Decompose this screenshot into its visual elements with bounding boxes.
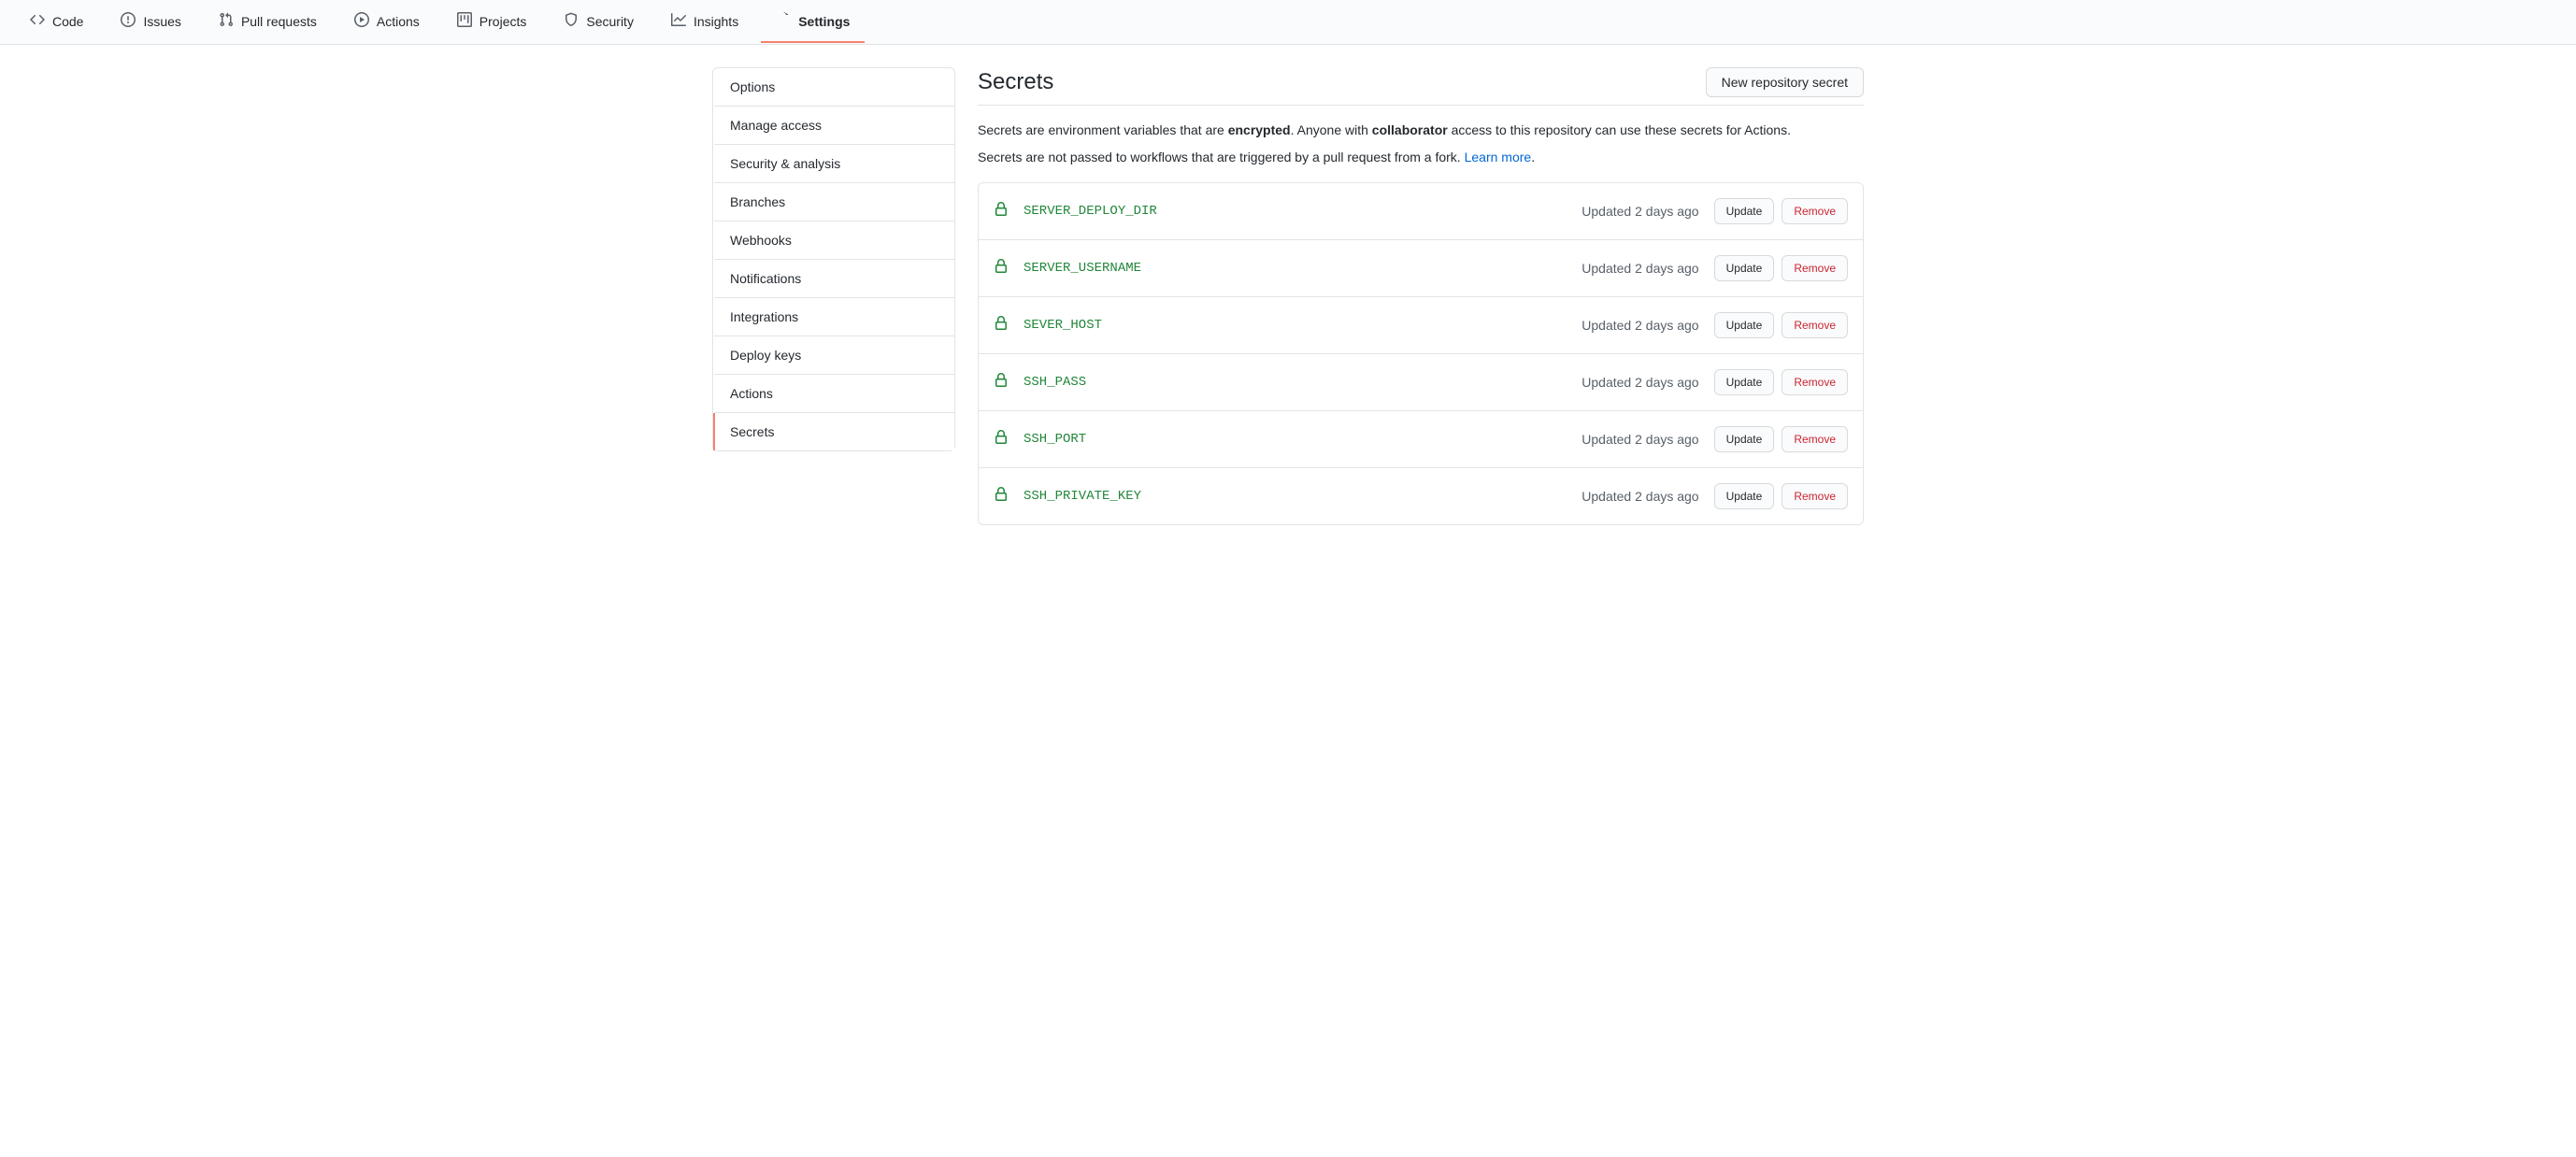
tab-issues[interactable]: Issues	[106, 1, 195, 43]
tab-actions[interactable]: Actions	[339, 1, 435, 43]
secret-actions: Update Remove	[1714, 255, 1848, 281]
lock-icon	[994, 316, 1009, 336]
sidebar-item-deploy-keys[interactable]: Deploy keys	[713, 336, 954, 375]
secret-name: SEVER_HOST	[994, 316, 1567, 336]
secret-row: SSH_PASS Updated 2 days ago Update Remov…	[979, 354, 1863, 411]
lock-icon	[994, 202, 1009, 221]
update-button[interactable]: Update	[1714, 483, 1775, 509]
secret-updated: Updated 2 days ago	[1581, 375, 1698, 390]
secret-name-text: SERVER_DEPLOY_DIR	[1023, 204, 1157, 219]
secret-name: SERVER_USERNAME	[994, 259, 1567, 279]
settings-container: OptionsManage accessSecurity & analysisB…	[690, 45, 1886, 548]
sidebar-item-notifications[interactable]: Notifications	[713, 260, 954, 298]
sidebar-item-security-analysis[interactable]: Security & analysis	[713, 145, 954, 183]
play-icon	[354, 12, 369, 30]
secret-updated: Updated 2 days ago	[1581, 432, 1698, 447]
remove-button[interactable]: Remove	[1782, 255, 1848, 281]
tab-label: Settings	[798, 14, 850, 29]
secret-row: SERVER_DEPLOY_DIR Updated 2 days ago Upd…	[979, 183, 1863, 240]
secret-row: SSH_PORT Updated 2 days ago Update Remov…	[979, 411, 1863, 468]
secret-updated: Updated 2 days ago	[1581, 204, 1698, 219]
sidebar-item-manage-access[interactable]: Manage access	[713, 107, 954, 145]
tab-code[interactable]: Code	[15, 1, 98, 43]
settings-sidebar: OptionsManage accessSecurity & analysisB…	[712, 67, 955, 525]
update-button[interactable]: Update	[1714, 369, 1775, 395]
update-button[interactable]: Update	[1714, 198, 1775, 224]
shield-icon	[564, 12, 579, 30]
secret-name-text: SSH_PASS	[1023, 375, 1086, 390]
sidebar-item-integrations[interactable]: Integrations	[713, 298, 954, 336]
tab-settings[interactable]: Settings	[761, 1, 865, 43]
tab-label: Pull requests	[241, 14, 317, 29]
tab-security[interactable]: Security	[549, 1, 649, 43]
description-line-1: Secrets are environment variables that a…	[978, 121, 1864, 140]
update-button[interactable]: Update	[1714, 426, 1775, 452]
update-button[interactable]: Update	[1714, 255, 1775, 281]
secret-actions: Update Remove	[1714, 483, 1848, 509]
project-icon	[457, 12, 472, 30]
remove-button[interactable]: Remove	[1782, 198, 1848, 224]
secret-updated: Updated 2 days ago	[1581, 318, 1698, 333]
secret-actions: Update Remove	[1714, 369, 1848, 395]
secret-name-text: SEVER_HOST	[1023, 318, 1102, 333]
remove-button[interactable]: Remove	[1782, 426, 1848, 452]
tab-label: Insights	[694, 14, 738, 29]
lock-icon	[994, 430, 1009, 450]
repo-nav: Code Issues Pull requests Actions Projects Se…	[0, 0, 2576, 45]
secret-actions: Update Remove	[1714, 426, 1848, 452]
page-title: Secrets	[978, 69, 1053, 95]
tab-label: Code	[52, 14, 83, 29]
learn-more-link[interactable]: Learn more	[1465, 150, 1532, 164]
new-repository-secret-button[interactable]: New repository secret	[1706, 67, 1864, 97]
secret-row: SERVER_USERNAME Updated 2 days ago Updat…	[979, 240, 1863, 297]
secret-name: SSH_PASS	[994, 373, 1567, 393]
lock-icon	[994, 259, 1009, 279]
secret-name-text: SSH_PORT	[1023, 432, 1086, 447]
lock-icon	[994, 487, 1009, 507]
settings-menu: OptionsManage accessSecurity & analysisB…	[712, 67, 955, 451]
lock-icon	[994, 373, 1009, 393]
main-content: Secrets New repository secret Secrets ar…	[978, 67, 1864, 525]
gear-icon	[776, 12, 791, 30]
update-button[interactable]: Update	[1714, 312, 1775, 338]
sidebar-item-branches[interactable]: Branches	[713, 183, 954, 221]
tab-pull-requests[interactable]: Pull requests	[204, 1, 332, 43]
secret-actions: Update Remove	[1714, 312, 1848, 338]
secret-name-text: SERVER_USERNAME	[1023, 261, 1141, 276]
tab-label: Security	[586, 14, 634, 29]
sidebar-item-actions[interactable]: Actions	[713, 375, 954, 413]
pr-icon	[219, 12, 234, 30]
tab-label: Actions	[377, 14, 420, 29]
subhead: Secrets New repository secret	[978, 67, 1864, 106]
code-icon	[30, 12, 45, 30]
secret-name: SSH_PRIVATE_KEY	[994, 487, 1567, 507]
remove-button[interactable]: Remove	[1782, 312, 1848, 338]
secrets-list: SERVER_DEPLOY_DIR Updated 2 days ago Upd…	[978, 182, 1864, 525]
secret-name-text: SSH_PRIVATE_KEY	[1023, 489, 1141, 504]
secret-row: SSH_PRIVATE_KEY Updated 2 days ago Updat…	[979, 468, 1863, 524]
secret-name: SSH_PORT	[994, 430, 1567, 450]
graph-icon	[671, 12, 686, 30]
secret-row: SEVER_HOST Updated 2 days ago Update Rem…	[979, 297, 1863, 354]
description-line-2: Secrets are not passed to workflows that…	[978, 148, 1864, 167]
remove-button[interactable]: Remove	[1782, 483, 1848, 509]
tab-projects[interactable]: Projects	[442, 1, 542, 43]
secret-updated: Updated 2 days ago	[1581, 261, 1698, 276]
tab-insights[interactable]: Insights	[656, 1, 753, 43]
sidebar-item-secrets[interactable]: Secrets	[713, 413, 954, 450]
secret-name: SERVER_DEPLOY_DIR	[994, 202, 1567, 221]
secret-actions: Update Remove	[1714, 198, 1848, 224]
remove-button[interactable]: Remove	[1782, 369, 1848, 395]
tab-label: Projects	[479, 14, 527, 29]
tab-label: Issues	[143, 14, 180, 29]
issue-icon	[121, 12, 136, 30]
secret-updated: Updated 2 days ago	[1581, 489, 1698, 504]
sidebar-item-options[interactable]: Options	[713, 68, 954, 107]
sidebar-item-webhooks[interactable]: Webhooks	[713, 221, 954, 260]
